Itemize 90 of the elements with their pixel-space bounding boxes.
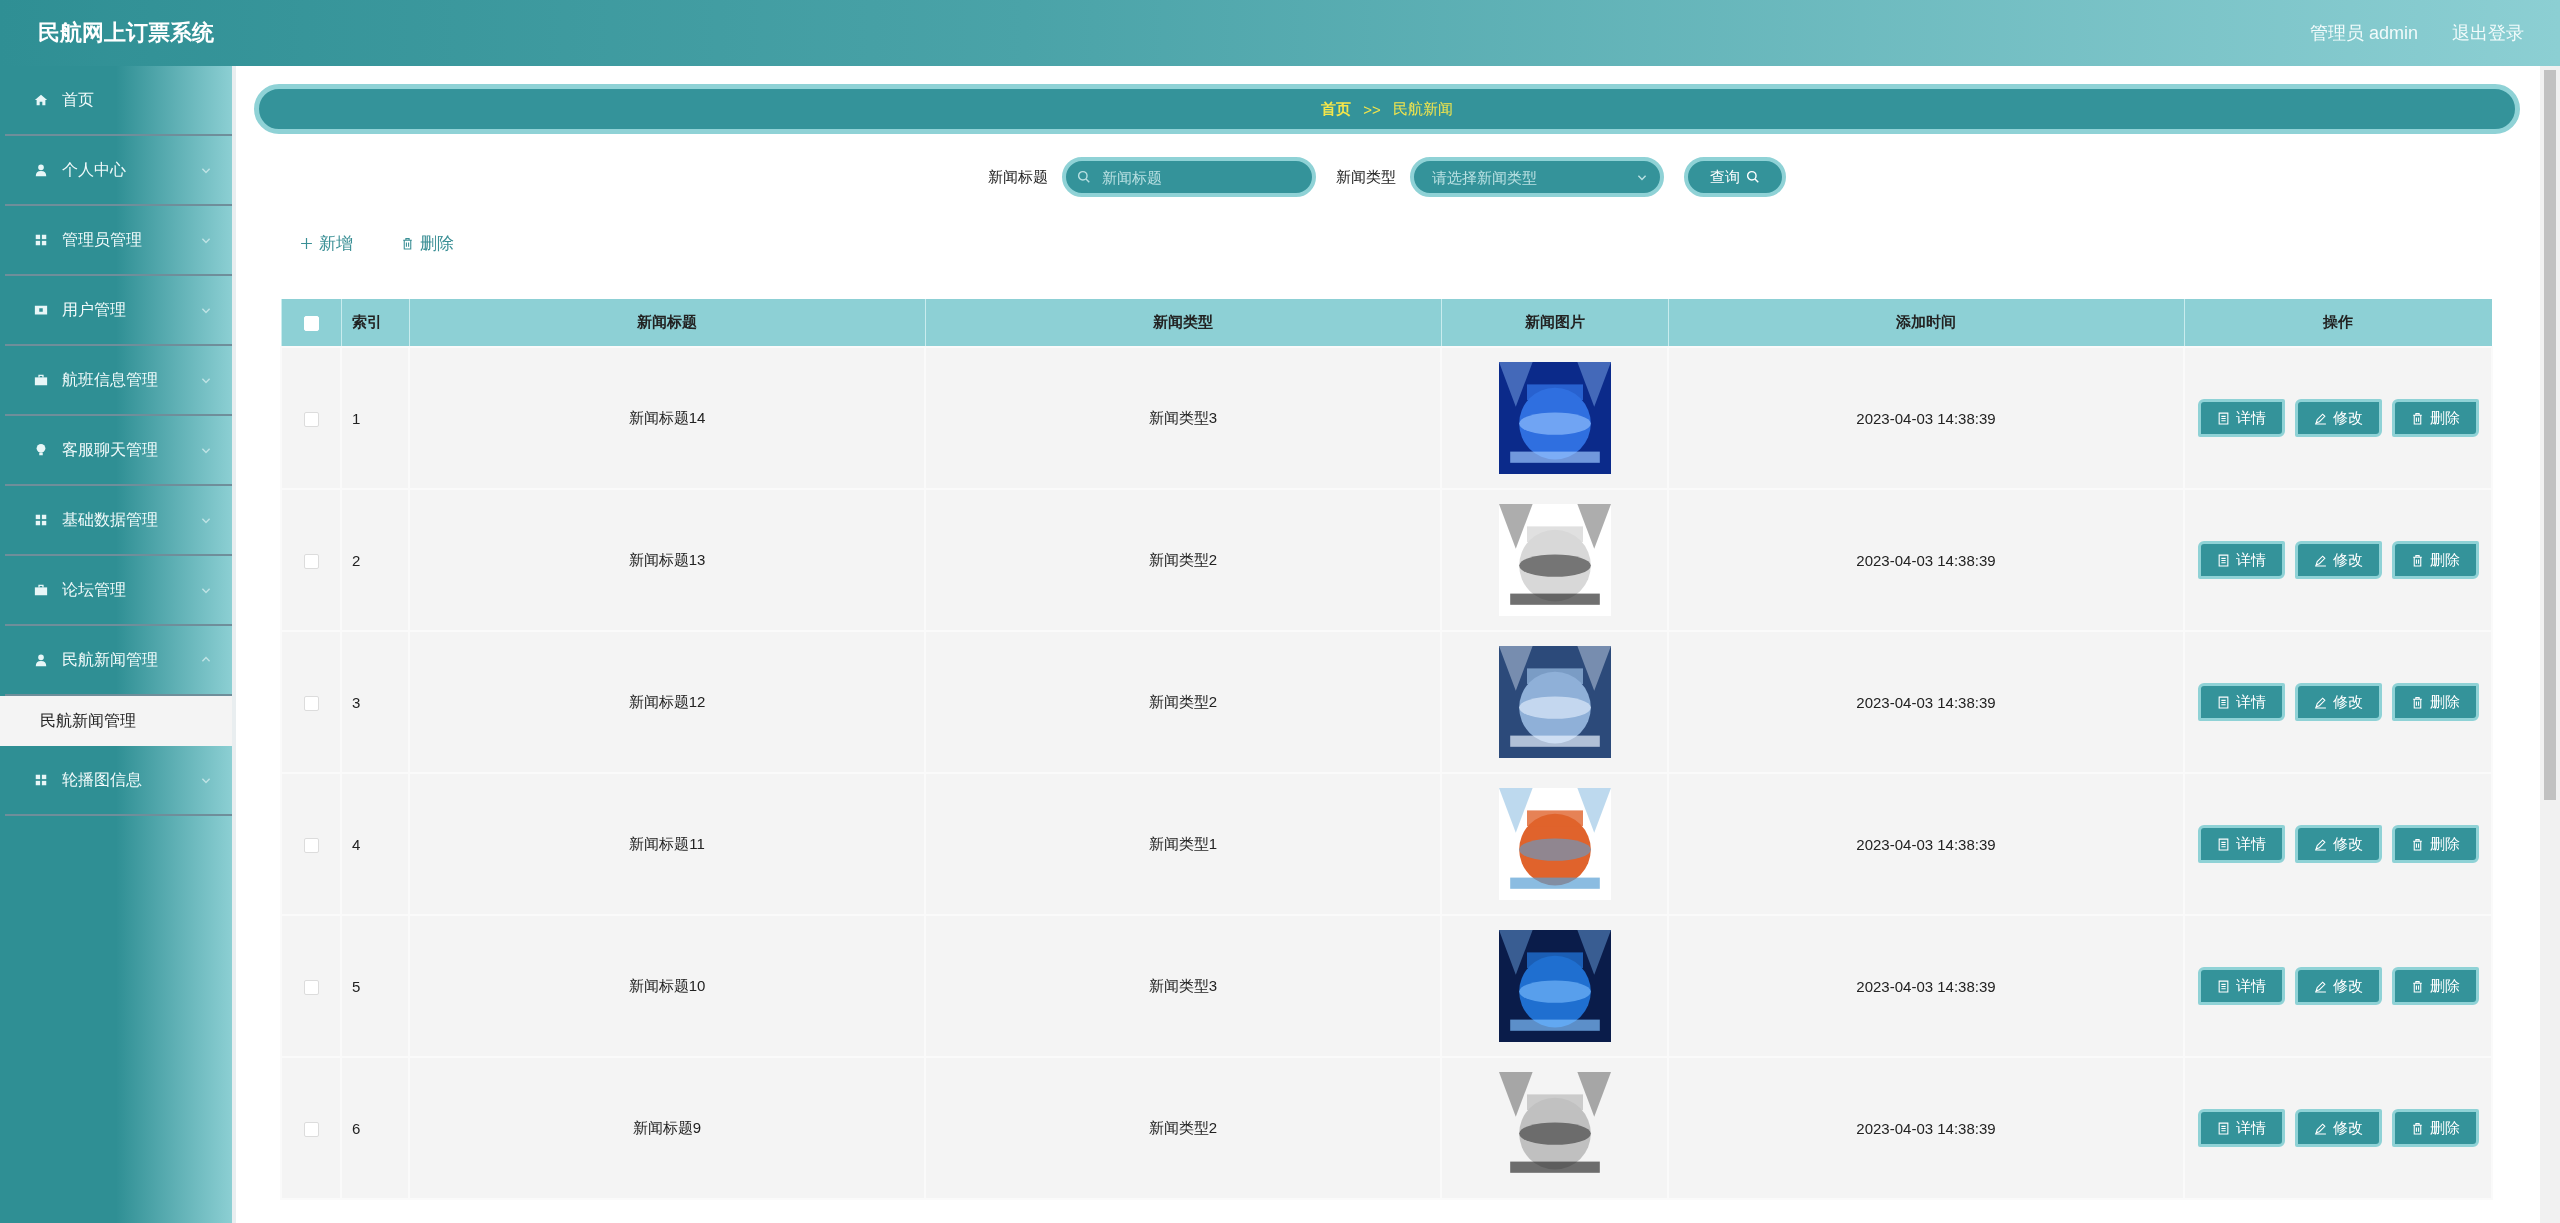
column-header: 操作 bbox=[2184, 299, 2492, 347]
menu-item[interactable]: 航班信息管理 bbox=[5, 346, 232, 416]
search-icon bbox=[1746, 170, 1760, 184]
details-button[interactable]: 详情 bbox=[2197, 541, 2285, 579]
delete-button[interactable]: 删除 bbox=[2391, 399, 2479, 437]
edit-button[interactable]: 修改 bbox=[2294, 683, 2382, 721]
query-button[interactable]: 查询 bbox=[1684, 157, 1786, 197]
edit-button[interactable]: 修改 bbox=[2294, 541, 2382, 579]
trash-icon bbox=[2410, 979, 2424, 993]
document-icon bbox=[2216, 1121, 2230, 1135]
breadcrumb-separator: >> bbox=[1363, 100, 1381, 118]
details-button[interactable]: 详情 bbox=[2197, 1109, 2285, 1147]
pencil-icon bbox=[2313, 979, 2327, 993]
trash-icon bbox=[2410, 1121, 2424, 1135]
trash-icon bbox=[2410, 695, 2424, 709]
trash-icon bbox=[2410, 553, 2424, 567]
plus-icon bbox=[300, 237, 313, 250]
add-button[interactable]: 新增 bbox=[294, 228, 359, 259]
column-header: 新闻图片 bbox=[1441, 299, 1668, 347]
pencil-icon bbox=[2313, 1121, 2327, 1135]
search-label: 新闻标题 bbox=[988, 167, 1048, 187]
edit-button[interactable]: 修改 bbox=[2294, 399, 2382, 437]
briefcase-icon bbox=[34, 373, 48, 387]
card-icon bbox=[34, 303, 48, 317]
submenu-item[interactable]: 民航新闻管理 bbox=[0, 696, 232, 746]
bulb-icon bbox=[34, 443, 48, 457]
menu-item[interactable]: 客服聊天管理 bbox=[5, 416, 232, 486]
column-header: 添加时间 bbox=[1668, 299, 2184, 347]
pencil-icon bbox=[2313, 837, 2327, 851]
row-checkbox[interactable] bbox=[303, 411, 319, 427]
row-checkbox[interactable] bbox=[303, 979, 319, 995]
document-icon bbox=[2216, 553, 2230, 567]
row-checkbox[interactable] bbox=[303, 553, 319, 569]
search-icon bbox=[1077, 170, 1091, 184]
document-icon bbox=[2216, 695, 2230, 709]
document-icon bbox=[2216, 837, 2230, 851]
document-icon bbox=[2216, 411, 2230, 425]
briefcase-icon bbox=[34, 583, 48, 597]
document-icon bbox=[2216, 979, 2230, 993]
table-cell: 6 bbox=[341, 1057, 409, 1199]
search-label: 新闻类型 bbox=[1336, 167, 1396, 187]
breadcrumb-item[interactable]: 民航新闻 bbox=[1392, 99, 1453, 119]
edit-button[interactable]: 修改 bbox=[2294, 825, 2382, 863]
menu-item[interactable]: 个人中心 bbox=[5, 136, 232, 206]
grid-icon bbox=[34, 233, 48, 247]
user-label: 管理员 admin bbox=[2309, 22, 2418, 45]
user-icon bbox=[34, 163, 48, 177]
row-checkbox[interactable] bbox=[303, 837, 319, 853]
trash-icon bbox=[2410, 411, 2424, 425]
select-all-checkbox[interactable] bbox=[303, 316, 319, 332]
table-cell: 2023-04-03 14:38:39 bbox=[1668, 1057, 2184, 1199]
grid-icon bbox=[34, 513, 48, 527]
menu-item[interactable]: 基础数据管理 bbox=[5, 486, 232, 556]
table-cell: 新闻标题9 bbox=[409, 1057, 925, 1199]
delete-button[interactable]: 删除 bbox=[2391, 967, 2479, 1005]
column-header: 索引 bbox=[341, 299, 409, 347]
column-header: 新闻类型 bbox=[925, 299, 1441, 347]
menu-item[interactable]: 轮播图信息 bbox=[5, 746, 232, 816]
edit-button[interactable]: 修改 bbox=[2294, 1109, 2382, 1147]
user-icon bbox=[34, 653, 48, 667]
delete-button[interactable]: 删除 bbox=[2391, 1109, 2479, 1147]
menu-item[interactable]: 用户管理 bbox=[5, 276, 232, 346]
delete-button[interactable]: 删除 bbox=[2391, 541, 2479, 579]
table-cell: 新闻类型2 bbox=[925, 1057, 1441, 1199]
grid-icon bbox=[34, 773, 48, 787]
pencil-icon bbox=[2313, 411, 2327, 425]
menu-item[interactable]: 首页 bbox=[5, 66, 232, 136]
menu-item[interactable]: 管理员管理 bbox=[5, 206, 232, 276]
details-button[interactable]: 详情 bbox=[2197, 683, 2285, 721]
details-button[interactable]: 详情 bbox=[2197, 967, 2285, 1005]
row-checkbox[interactable] bbox=[303, 695, 319, 711]
edit-button[interactable]: 修改 bbox=[2294, 967, 2382, 1005]
details-button[interactable]: 详情 bbox=[2197, 399, 2285, 437]
pencil-icon bbox=[2313, 553, 2327, 567]
column-header: 新闻标题 bbox=[409, 299, 925, 347]
delete-button[interactable]: 删除 bbox=[2391, 825, 2479, 863]
search-field[interactable]: 新闻标题 bbox=[1062, 157, 1316, 197]
details-button[interactable]: 详情 bbox=[2197, 825, 2285, 863]
app-title: 民航网上订票系统 bbox=[38, 19, 214, 47]
home-icon bbox=[34, 93, 48, 107]
row-checkbox[interactable] bbox=[303, 1121, 319, 1137]
delete-button[interactable]: 删除 bbox=[2391, 683, 2479, 721]
trash-icon bbox=[401, 237, 414, 250]
menu-item[interactable]: 论坛管理 bbox=[5, 556, 232, 626]
type-select[interactable]: 请选择新闻类型 bbox=[1410, 157, 1664, 197]
scrollbar[interactable] bbox=[2540, 66, 2560, 1223]
pencil-icon bbox=[2313, 695, 2327, 709]
trash-icon bbox=[2410, 837, 2424, 851]
breadcrumb-item[interactable]: 首页 bbox=[1321, 99, 1352, 119]
delete-button[interactable]: 删除 bbox=[395, 228, 460, 259]
